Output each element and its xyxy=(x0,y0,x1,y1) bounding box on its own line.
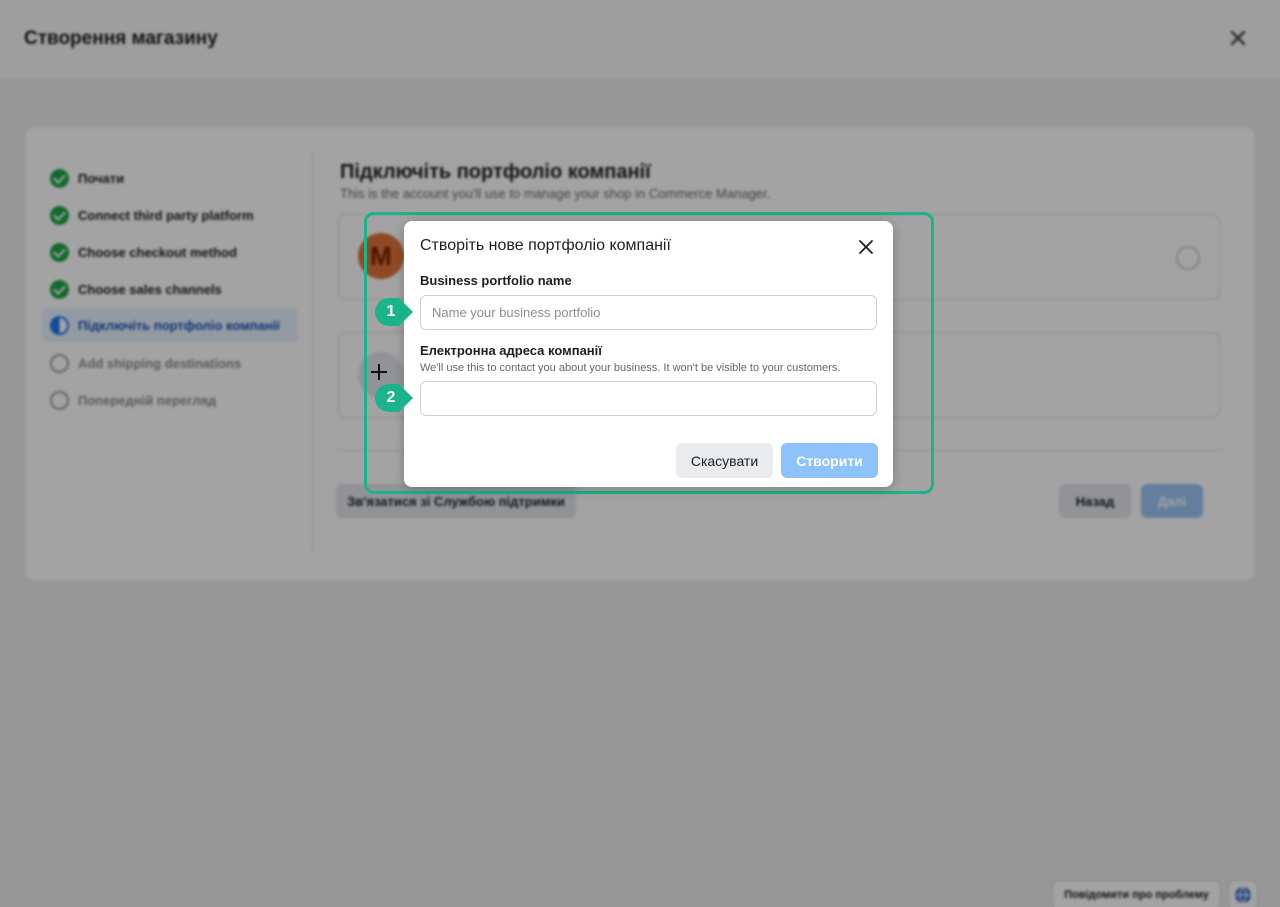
callout-number: 2 xyxy=(386,389,396,406)
cancel-button[interactable]: Скасувати xyxy=(676,443,773,478)
business-email-label: Електронна адреса компанії xyxy=(420,343,602,358)
create-button[interactable]: Створити xyxy=(781,443,878,478)
callout-number: 1 xyxy=(386,303,396,320)
portfolio-name-label: Business portfolio name xyxy=(420,273,572,288)
portfolio-name-input[interactable] xyxy=(420,295,877,330)
business-email-help: We'll use this to contact you about your… xyxy=(420,362,841,374)
dialog-title: Створіть нове портфоліо компанії xyxy=(420,237,671,254)
callout-marker-2: 2 xyxy=(375,384,413,412)
create-portfolio-dialog: Створіть нове портфоліо компанії Busines… xyxy=(404,221,893,487)
callout-marker-1: 1 xyxy=(375,298,413,326)
business-email-input[interactable] xyxy=(420,381,877,416)
close-icon[interactable] xyxy=(854,235,878,259)
